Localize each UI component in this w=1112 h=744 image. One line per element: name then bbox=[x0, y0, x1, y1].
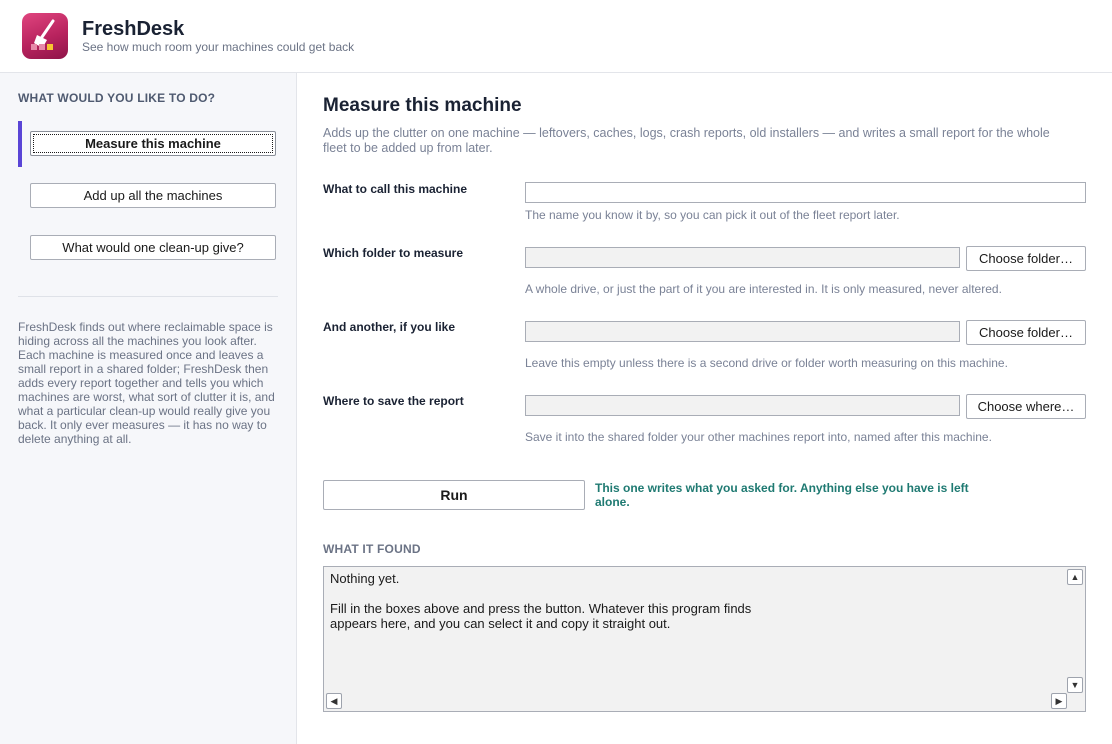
machine-name-hint: The name you know it by, so you can pick… bbox=[525, 208, 900, 222]
another-folder-hint: Leave this empty unless there is a secon… bbox=[525, 356, 1008, 370]
report-location-field[interactable] bbox=[525, 395, 960, 416]
scroll-right-arrow-icon[interactable]: ▶ bbox=[1051, 693, 1067, 709]
sidebar-divider bbox=[18, 296, 278, 297]
sidebar-description: FreshDesk finds out where reclaimable sp… bbox=[18, 320, 275, 446]
app-logo-icon bbox=[22, 13, 68, 59]
main-panel: Measure this machine Adds up the clutter… bbox=[298, 73, 1112, 744]
sidebar: WHAT WOULD YOU LIKE TO DO? Measure this … bbox=[0, 73, 297, 744]
report-location-label: Where to save the report bbox=[323, 394, 464, 408]
output-heading: WHAT IT FOUND bbox=[323, 542, 421, 556]
machine-name-label: What to call this machine bbox=[323, 182, 468, 196]
sidebar-item-add-up[interactable]: Add up all the machines bbox=[30, 183, 276, 208]
another-folder-path-field[interactable] bbox=[525, 321, 960, 342]
output-text-area[interactable]: Nothing yet. Fill in the boxes above and… bbox=[323, 566, 1086, 712]
machine-name-input[interactable] bbox=[525, 182, 1086, 203]
sidebar-item-measure[interactable]: Measure this machine bbox=[30, 131, 276, 156]
scroll-left-arrow-icon[interactable]: ◀ bbox=[326, 693, 342, 709]
sidebar-heading: WHAT WOULD YOU LIKE TO DO? bbox=[18, 91, 216, 105]
folder-hint: A whole drive, or just the part of it yo… bbox=[525, 282, 1002, 296]
folder-label: Which folder to measure bbox=[323, 246, 464, 260]
scroll-down-arrow-icon[interactable]: ▼ bbox=[1067, 677, 1083, 693]
folder-path-field[interactable] bbox=[525, 247, 960, 268]
run-note: This one writes what you asked for. Anyt… bbox=[595, 481, 969, 509]
app-header: FreshDesk See how much room your machine… bbox=[0, 0, 1112, 73]
choose-where-button[interactable]: Choose where… bbox=[966, 394, 1086, 419]
choose-folder-button[interactable]: Choose folder… bbox=[966, 246, 1086, 271]
run-button[interactable]: Run bbox=[323, 480, 585, 510]
page-description: Adds up the clutter on one machine — lef… bbox=[323, 126, 1050, 155]
scroll-up-arrow-icon[interactable]: ▲ bbox=[1067, 569, 1083, 585]
report-location-hint: Save it into the shared folder your othe… bbox=[525, 430, 992, 444]
app-title: FreshDesk bbox=[82, 18, 185, 40]
output-text[interactable]: Nothing yet. Fill in the boxes above and… bbox=[330, 571, 1060, 631]
page-title: Measure this machine bbox=[323, 95, 522, 116]
active-indicator bbox=[18, 121, 22, 167]
sidebar-item-clean-up[interactable]: What would one clean-up give? bbox=[30, 235, 276, 260]
another-folder-label: And another, if you like bbox=[323, 320, 456, 334]
choose-another-folder-button[interactable]: Choose folder… bbox=[966, 320, 1086, 345]
app-tagline: See how much room your machines could ge… bbox=[82, 40, 355, 54]
